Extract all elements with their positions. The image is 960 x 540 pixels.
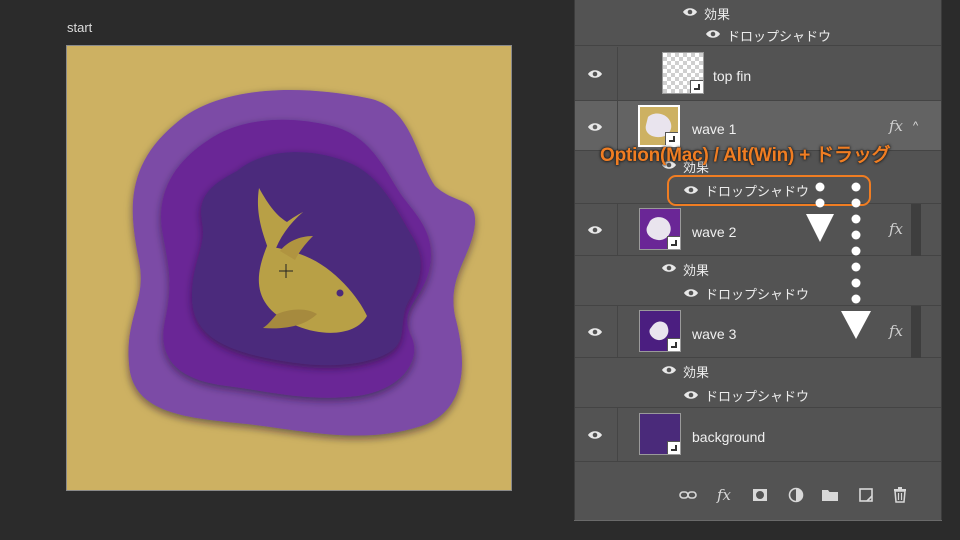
fx-icon[interactable]: fx: [889, 220, 903, 238]
layer-thumbnail: [639, 413, 681, 455]
document-title: start: [67, 20, 93, 35]
mask-icon[interactable]: [751, 486, 769, 504]
layers-panel: 効果 ドロップシャドウ top fin wave 1 fx ^ 効果 ドロップシ…: [574, 0, 942, 520]
fx-icon[interactable]: fx: [889, 322, 903, 340]
drag-highlight-box: [667, 175, 871, 206]
layer-row-wave-2[interactable]: wave 2 fx ^: [575, 204, 941, 256]
eye-icon[interactable]: [683, 390, 699, 400]
collapse-effects-icon[interactable]: ^: [913, 120, 918, 132]
eye-icon[interactable]: [587, 225, 603, 235]
eye-icon[interactable]: [587, 122, 603, 132]
eye-icon[interactable]: [705, 29, 721, 39]
smart-object-icon: [690, 80, 703, 93]
effects-label: 効果: [683, 365, 710, 380]
layer-name[interactable]: wave 2: [692, 224, 736, 240]
layer-name[interactable]: background: [692, 429, 765, 445]
effects-label: 効果: [704, 7, 731, 22]
drop-shadow-label: ドロップシャドウ: [705, 287, 810, 302]
eye-icon[interactable]: [682, 7, 698, 17]
smart-object-icon: [667, 236, 680, 249]
new-layer-icon[interactable]: [857, 486, 875, 504]
layer-name[interactable]: top fin: [713, 68, 751, 84]
layers-toolbar: fx: [575, 478, 941, 512]
layer-thumbnail: [639, 310, 681, 352]
fx-icon[interactable]: fx: [715, 486, 733, 504]
effects-row-wave-3[interactable]: 効果: [575, 357, 941, 382]
drop-shadow-label: ドロップシャドウ: [705, 389, 810, 404]
effects-row-wave-2[interactable]: 効果: [575, 255, 941, 280]
layer-row-top-fin[interactable]: top fin: [575, 47, 941, 101]
layer-row-wave-3[interactable]: wave 3 fx ^: [575, 306, 941, 358]
panel-resize-strip[interactable]: [574, 520, 942, 540]
effects-label: 効果: [683, 263, 710, 278]
paper-cut-artwork: [128, 90, 476, 436]
scrollbar-thumb[interactable]: [911, 204, 921, 256]
eye-icon[interactable]: [683, 288, 699, 298]
smart-object-icon: [667, 441, 680, 454]
eye-icon[interactable]: [661, 365, 677, 375]
fish-eye: [336, 289, 344, 297]
folder-icon[interactable]: [821, 486, 839, 504]
layer-name[interactable]: wave 3: [692, 326, 736, 342]
layer-name[interactable]: wave 1: [692, 121, 736, 137]
eye-icon[interactable]: [587, 69, 603, 79]
drop-shadow-row-wave-3[interactable]: ドロップシャドウ: [575, 382, 941, 408]
scrollbar-thumb[interactable]: [911, 306, 921, 358]
drop-shadow-label: ドロップシャドウ: [727, 29, 832, 44]
layer-thumbnail: [639, 208, 681, 250]
fx-icon[interactable]: fx: [889, 117, 903, 135]
trash-icon[interactable]: [891, 486, 909, 504]
artboard-canvas[interactable]: [66, 45, 512, 491]
eye-icon[interactable]: [587, 430, 603, 440]
layer-thumbnail: [662, 52, 704, 94]
drop-shadow-row-wave-2[interactable]: ドロップシャドウ: [575, 280, 941, 306]
drop-shadow-row-top[interactable]: ドロップシャドウ: [575, 22, 941, 46]
layer-row-background[interactable]: background: [575, 408, 941, 462]
adjustment-icon[interactable]: [787, 486, 805, 504]
eye-icon[interactable]: [587, 327, 603, 337]
eye-icon[interactable]: [661, 263, 677, 273]
link-icon[interactable]: [679, 486, 697, 504]
smart-object-icon: [667, 338, 680, 351]
drag-instruction-label: Option(Mac) / Alt(Win) + ドラッグ: [600, 145, 891, 166]
